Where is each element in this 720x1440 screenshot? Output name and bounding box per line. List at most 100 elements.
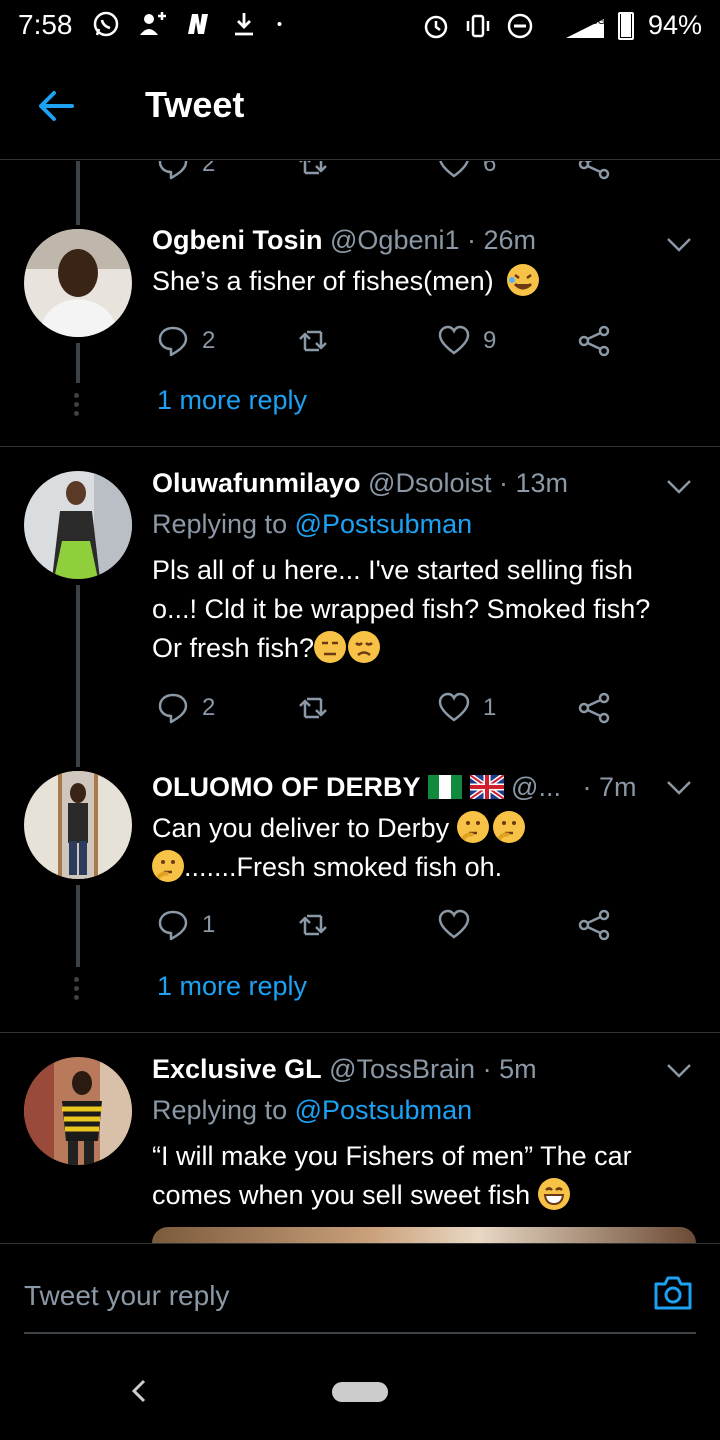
uk-flag bbox=[469, 775, 504, 799]
tweet-time: · 7m bbox=[582, 772, 637, 802]
chevron-down-icon[interactable] bbox=[666, 479, 692, 495]
retweet-icon bbox=[299, 161, 327, 175]
like-button[interactable] bbox=[437, 908, 471, 942]
media-image[interactable] bbox=[152, 1227, 696, 1243]
page-title: Tweet bbox=[145, 84, 245, 125]
vibrate-icon bbox=[466, 14, 490, 37]
more-replies-link[interactable]: 1 more reply bbox=[157, 971, 307, 1002]
system-nav-bar bbox=[0, 1344, 720, 1440]
avatar-image bbox=[24, 471, 132, 579]
like-button[interactable]: 6 bbox=[437, 161, 496, 181]
tweet-actions: 2 6 bbox=[152, 161, 622, 181]
chevron-down-icon[interactable] bbox=[666, 237, 692, 253]
avatar[interactable] bbox=[24, 1057, 132, 1165]
tweet-header: OLUOMO OF DERBY @... · 7m bbox=[152, 772, 636, 803]
dot-icon bbox=[277, 22, 282, 26]
battery-percent: 94% bbox=[647, 10, 702, 40]
replying-to: Replying to @Postsubman bbox=[152, 509, 473, 539]
display-name[interactable]: Ogbeni Tosin bbox=[152, 225, 323, 255]
tweet-text: Can you deliver to Derby .......Fresh sm… bbox=[152, 809, 702, 887]
tweet-actions: 2 9 bbox=[152, 324, 622, 358]
retweet-button[interactable] bbox=[296, 691, 330, 725]
retweet-button[interactable] bbox=[296, 324, 330, 358]
more-replies-link[interactable]: 1 more reply bbox=[157, 385, 307, 416]
download-icon bbox=[235, 13, 253, 36]
thread-dots bbox=[74, 393, 80, 420]
dnd-icon bbox=[507, 13, 533, 38]
reply-composer: Tweet your reply bbox=[0, 1243, 720, 1343]
display-name[interactable]: OLUOMO OF DERBY bbox=[152, 772, 421, 802]
heart-icon bbox=[438, 325, 470, 355]
alarm-icon bbox=[424, 15, 448, 38]
share-button[interactable] bbox=[577, 161, 611, 181]
reply-icon bbox=[158, 326, 188, 357]
divider bbox=[0, 446, 720, 447]
thread-line bbox=[76, 585, 80, 767]
heart-icon bbox=[439, 161, 469, 178]
tweet-text: “I will make you Fishers of men” The car… bbox=[152, 1141, 632, 1210]
display-name[interactable]: Exclusive GL bbox=[152, 1054, 322, 1084]
user-handle: @TossBrain bbox=[329, 1054, 476, 1084]
system-icons: 3G 94% bbox=[422, 10, 702, 41]
tweet-actions: 2 1 bbox=[152, 691, 622, 725]
user-handle: @Dsoloist bbox=[368, 468, 492, 498]
tweet-header: Ogbeni Tosin @Ogbeni1 · 26m bbox=[152, 225, 536, 256]
back-arrow-icon[interactable] bbox=[34, 84, 78, 128]
thinking-emoji bbox=[152, 850, 184, 882]
reply-button[interactable]: 2 bbox=[156, 324, 215, 358]
mention-link[interactable]: @Postsubman bbox=[295, 509, 473, 539]
display-name[interactable]: Oluwafunmilayo bbox=[152, 468, 361, 498]
nav-back-icon[interactable] bbox=[128, 1378, 150, 1404]
retweet-button[interactable] bbox=[296, 161, 330, 181]
tweet-text: She’s a fisher of fishes(men) bbox=[152, 262, 702, 301]
notification-icons bbox=[92, 10, 290, 38]
thinking-emoji bbox=[492, 811, 525, 843]
reply-button[interactable]: 2 bbox=[156, 691, 215, 725]
retweet-icon bbox=[299, 330, 327, 352]
input-underline bbox=[24, 1332, 696, 1334]
avatar[interactable] bbox=[24, 229, 132, 337]
avatar-image bbox=[24, 229, 132, 337]
share-icon bbox=[578, 325, 610, 357]
heart-icon bbox=[438, 909, 470, 939]
heart-icon bbox=[438, 692, 470, 722]
reply-button[interactable]: 2 bbox=[156, 161, 215, 181]
retweet-icon bbox=[299, 914, 327, 936]
avatar[interactable] bbox=[24, 471, 132, 579]
avatar[interactable] bbox=[24, 771, 132, 879]
reply-button[interactable]: 1 bbox=[156, 908, 215, 942]
retweet-button[interactable] bbox=[296, 908, 330, 942]
grinning-emoji bbox=[537, 1178, 570, 1210]
mention-link[interactable]: @Postsubman bbox=[295, 1095, 473, 1125]
avatar-image bbox=[24, 771, 132, 879]
share-button[interactable] bbox=[577, 908, 611, 942]
chevron-down-icon[interactable] bbox=[666, 780, 692, 796]
divider bbox=[0, 1032, 720, 1033]
tweet-header: Exclusive GL @TossBrain · 5m bbox=[152, 1054, 537, 1085]
share-icon bbox=[578, 161, 610, 180]
avatar-image bbox=[24, 1057, 132, 1165]
thread-line bbox=[76, 885, 80, 967]
status-time: 7:58 bbox=[18, 9, 73, 40]
thread-dots bbox=[74, 977, 80, 1004]
n-app-icon bbox=[188, 14, 208, 34]
disappointed-emoji bbox=[348, 631, 381, 663]
like-button[interactable]: 1 bbox=[437, 691, 496, 725]
share-button[interactable] bbox=[577, 691, 611, 725]
tweet-header: Oluwafunmilayo @Dsoloist · 13m bbox=[152, 468, 568, 499]
status-bar: 7:58 3G 94% bbox=[0, 0, 720, 50]
home-pill[interactable] bbox=[332, 1382, 388, 1402]
chevron-down-icon[interactable] bbox=[666, 1063, 692, 1079]
like-button[interactable]: 9 bbox=[437, 324, 496, 358]
camera-icon[interactable] bbox=[652, 1274, 694, 1312]
thinking-emoji bbox=[456, 811, 489, 843]
rolling-on-floor-laughing-emoji bbox=[507, 264, 540, 296]
signal-icon: 3G bbox=[565, 16, 604, 38]
tweet-time: · 13m bbox=[499, 468, 569, 498]
reply-input[interactable]: Tweet your reply bbox=[24, 1280, 229, 1312]
reply-feed[interactable]: 2 6 Ogbeni Tosin @Ogbeni1 · 26m She’s a … bbox=[0, 161, 720, 1243]
share-button[interactable] bbox=[577, 324, 611, 358]
tweet-time: · 5m bbox=[482, 1054, 537, 1084]
nigeria-flag bbox=[428, 775, 463, 799]
tweet-actions: 1 bbox=[152, 908, 622, 942]
